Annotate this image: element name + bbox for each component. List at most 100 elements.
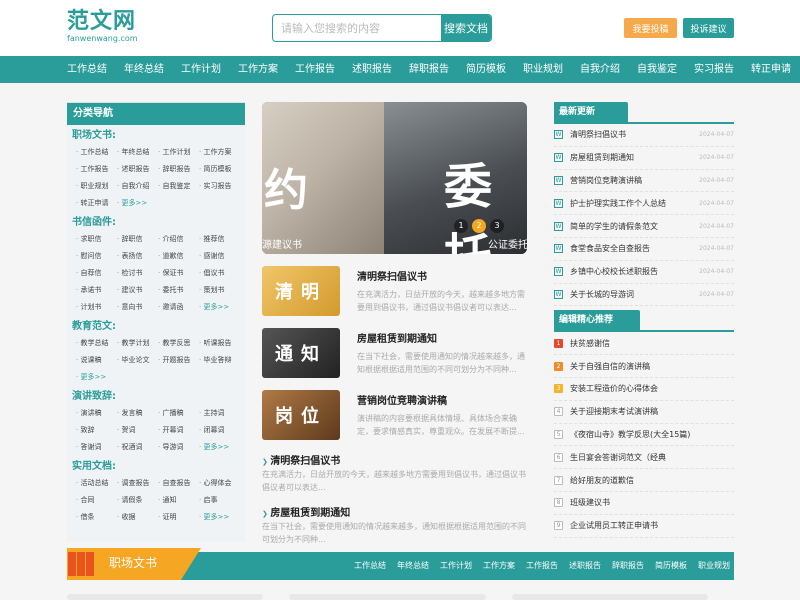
category-more-link[interactable]: 更多>>	[117, 195, 158, 212]
category-link[interactable]: 借条	[76, 509, 117, 526]
recommend-item-title[interactable]: 《夜宿山寺》教学反思(大全15篇)	[570, 429, 690, 440]
banner-caption[interactable]: 源建议书	[262, 236, 302, 251]
category-link[interactable]: 自我介绍	[117, 178, 158, 195]
nav-item[interactable]: 述职报告	[352, 56, 392, 83]
latest-item-title[interactable]: 护士护理实践工作个人总结	[570, 198, 699, 209]
category-link[interactable]: 导游词	[158, 439, 199, 456]
category-link[interactable]: 承诺书	[76, 282, 117, 299]
category-link[interactable]: 说课稿	[76, 352, 117, 369]
section-link[interactable]: 简历模板	[655, 552, 687, 580]
latest-item-title[interactable]: 食堂食品安全自查报告	[570, 243, 699, 254]
carousel-dot[interactable]: 2	[472, 219, 486, 233]
section-link[interactable]: 工作报告	[526, 552, 558, 580]
section-link[interactable]: 述职报告	[569, 552, 601, 580]
category-link[interactable]: 建议书	[117, 282, 158, 299]
article-title[interactable]: 清明祭扫倡议书	[357, 268, 427, 283]
category-link[interactable]: 辞职信	[117, 231, 158, 248]
latest-item-title[interactable]: 房屋租赁到期通知	[570, 152, 699, 163]
category-link[interactable]: 启事	[199, 492, 240, 509]
category-title[interactable]: 教育范文:	[72, 319, 245, 335]
nav-item[interactable]: 工作方案	[238, 56, 278, 83]
category-link[interactable]: 介绍信	[158, 231, 199, 248]
category-link[interactable]: 工作计划	[158, 144, 199, 161]
category-more-link[interactable]: 更多>>	[199, 509, 240, 526]
section-link[interactable]: 工作计划	[440, 552, 472, 580]
recommend-item-title[interactable]: 给好朋友的道歉信	[570, 475, 634, 486]
category-link[interactable]: 主持词	[199, 405, 240, 422]
category-link[interactable]: 实习报告	[199, 178, 240, 195]
recommend-item-title[interactable]: 扶贫感谢信	[570, 338, 610, 349]
nav-item[interactable]: 简历模板	[466, 56, 506, 83]
recommend-item-title[interactable]: 安装工程造价的心得体会	[570, 383, 658, 394]
nav-item[interactable]: 实习报告	[694, 56, 734, 83]
category-more-link[interactable]: 更多>>	[199, 299, 240, 316]
section-link[interactable]: 工作总结	[354, 552, 386, 580]
category-link[interactable]: 活动总结	[76, 475, 117, 492]
category-more-link[interactable]: 更多>>	[76, 369, 117, 386]
article-item[interactable]: 清明祭扫倡议书在充满活力，日益开放的今天，越来越多地方需要用到倡议书，通过倡议书…	[262, 448, 528, 500]
latest-item[interactable]: W 乡镇中心校校长述职报告 2024-04-07	[554, 261, 734, 284]
article-thumbnail[interactable]: 清明	[262, 266, 340, 316]
category-link[interactable]: 闭幕词	[199, 422, 240, 439]
recommend-item-title[interactable]: 企业试用员工转正申请书	[570, 520, 658, 531]
category-link[interactable]: 自荐信	[76, 265, 117, 282]
category-link[interactable]: 自我鉴定	[158, 178, 199, 195]
category-link[interactable]: 自查报告	[158, 475, 199, 492]
category-link[interactable]: 表扬信	[117, 248, 158, 265]
recommend-item[interactable]: 5 《夜宿山寺》教学反思(大全15篇)	[554, 424, 734, 447]
nav-item[interactable]: 自我介绍	[580, 56, 620, 83]
category-link[interactable]: 保证书	[158, 265, 199, 282]
category-link[interactable]: 工作总结	[76, 144, 117, 161]
nav-item[interactable]: 年终总结	[124, 56, 164, 83]
latest-item[interactable]: W 简单的学生的请假条范文 2024-04-07	[554, 215, 734, 238]
category-link[interactable]: 辞职报告	[158, 161, 199, 178]
article-title[interactable]: 房屋租赁到期通知	[262, 504, 350, 519]
category-link[interactable]: 简历模板	[199, 161, 240, 178]
category-more-link[interactable]: 更多>>	[199, 439, 240, 456]
recommend-item-title[interactable]: 班级建议书	[570, 497, 610, 508]
category-link[interactable]: 开题报告	[158, 352, 199, 369]
category-link[interactable]: 贺词	[117, 422, 158, 439]
category-link[interactable]: 毕业论文	[117, 352, 158, 369]
nav-item[interactable]: 工作计划	[181, 56, 221, 83]
category-link[interactable]: 开幕词	[158, 422, 199, 439]
latest-item-title[interactable]: 乡镇中心校校长述职报告	[570, 266, 699, 277]
category-title[interactable]: 实用文档:	[72, 459, 245, 475]
nav-item[interactable]: 辞职报告	[409, 56, 449, 83]
category-link[interactable]: 计划书	[76, 299, 117, 316]
complain-button[interactable]: 投诉建议	[683, 18, 734, 38]
recommend-item[interactable]: 1 扶贫感谢信	[554, 332, 734, 356]
nav-item[interactable]: 自我鉴定	[637, 56, 677, 83]
carousel-dot[interactable]: 3	[490, 219, 504, 233]
category-link[interactable]: 广播稿	[158, 405, 199, 422]
recommend-item[interactable]: 2 关于自强自信的演讲稿	[554, 355, 734, 378]
category-link[interactable]: 求职信	[76, 231, 117, 248]
article-title[interactable]: 清明祭扫倡议书	[262, 452, 340, 467]
latest-item[interactable]: W 清明祭扫倡议书 2024-04-07	[554, 124, 734, 147]
section-tab[interactable]: 职场文书	[67, 548, 201, 580]
latest-item[interactable]: W 营销岗位竞聘演讲稿 2024-04-07	[554, 170, 734, 193]
latest-item[interactable]: W 食堂食品安全自查报告 2024-04-07	[554, 238, 734, 261]
nav-item[interactable]: 工作报告	[295, 56, 335, 83]
category-link[interactable]: 演讲稿	[76, 405, 117, 422]
category-link[interactable]: 发言稿	[117, 405, 158, 422]
nav-item[interactable]: 职业规划	[523, 56, 563, 83]
category-link[interactable]: 年终总结	[117, 144, 158, 161]
category-link[interactable]: 教学反思	[158, 335, 199, 352]
banner-caption[interactable]: 公证委托书	[488, 236, 527, 251]
category-link[interactable]: 工作方案	[199, 144, 240, 161]
recommend-item-title[interactable]: 生日宴会答谢词范文（经典	[570, 452, 666, 463]
category-link[interactable]: 教学计划	[117, 335, 158, 352]
category-title[interactable]: 书信函件:	[72, 215, 245, 231]
site-logo[interactable]: 范文网 fanwenwang.com	[67, 11, 138, 44]
section-link[interactable]: 辞职报告	[612, 552, 644, 580]
category-link[interactable]: 通知	[158, 492, 199, 509]
latest-item[interactable]: W 房屋租赁到期通知 2024-04-07	[554, 147, 734, 170]
recommend-item[interactable]: 8 班级建议书	[554, 492, 734, 515]
banner-slide-image[interactable]: 约	[262, 102, 384, 254]
recommend-item[interactable]: 3 安装工程造价的心得体会	[554, 378, 734, 401]
category-title[interactable]: 职场文书:	[72, 128, 245, 144]
article-card[interactable]: 清明 清明祭扫倡议书 在充满活力，日益开放的今天，越来越多地方需要用到倡议书，通过倡…	[262, 262, 528, 324]
category-link[interactable]: 工作报告	[76, 161, 117, 178]
category-link[interactable]: 职业规划	[76, 178, 117, 195]
